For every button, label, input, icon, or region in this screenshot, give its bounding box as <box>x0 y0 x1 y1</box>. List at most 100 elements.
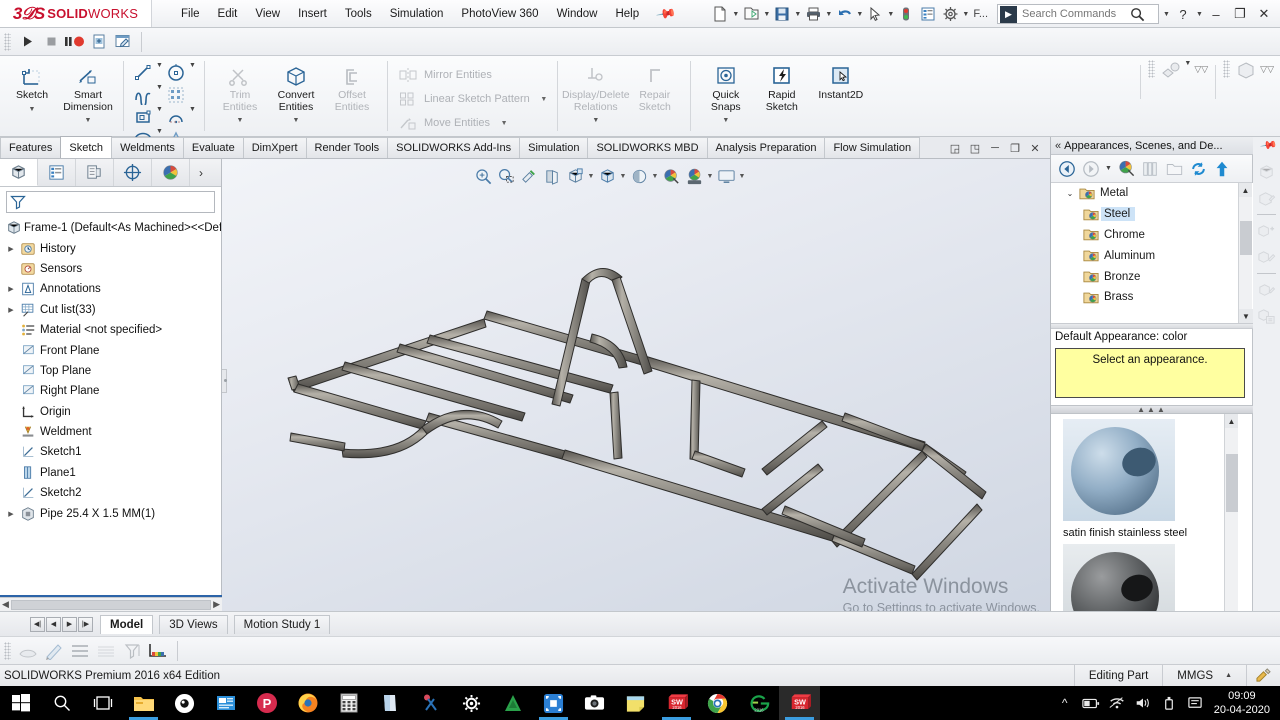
tree-item-origin[interactable]: Origin <box>4 402 221 422</box>
macro-record-icon[interactable] <box>63 31 87 53</box>
collapse-arrow-icon[interactable]: ⌄ <box>1063 189 1077 198</box>
tab-weldments[interactable]: Weldments <box>111 137 184 158</box>
close-button[interactable]: ✕ <box>1252 2 1276 26</box>
appearance-item-bronze[interactable]: Bronze <box>1051 266 1253 287</box>
minimize-icon[interactable]: ─ <box>986 139 1004 157</box>
expand-arrow-icon[interactable]: ▶ <box>4 245 18 253</box>
display-delete-relations-button[interactable]: Display/Delete Relations ▼ <box>562 59 630 127</box>
rectangle-icon[interactable] <box>131 106 155 128</box>
offset-entities-button[interactable]: Offset Entities <box>324 59 380 113</box>
overflow-grip-2[interactable] <box>1223 60 1231 78</box>
menu-photoview360[interactable]: PhotoView 360 <box>452 3 547 25</box>
menu-tools[interactable]: Tools <box>336 3 381 25</box>
move-entities-button[interactable]: Move Entities ▼ <box>395 111 550 135</box>
sketch-dropdown-caret[interactable]: ▼ <box>29 104 36 116</box>
tree-item-right-plane[interactable]: Right Plane <box>4 381 221 401</box>
settings-icon[interactable] <box>451 686 492 720</box>
restore-icon[interactable]: ❐ <box>1006 139 1024 157</box>
tree-item-sensors[interactable]: Sensors <box>4 259 221 279</box>
appearance-overflow-caret[interactable]: ▼ <box>1183 60 1192 67</box>
panel-divider[interactable] <box>1051 323 1253 329</box>
search-commands-box[interactable]: ▶ <box>997 4 1159 24</box>
menu-view[interactable]: View <box>246 3 289 25</box>
appearance-item-steel[interactable]: Steel <box>1051 204 1253 225</box>
appearance-item-chrome[interactable]: Chrome <box>1051 225 1253 246</box>
chevron-double-left-icon[interactable]: « <box>1055 140 1061 152</box>
task-view-icon[interactable] <box>82 686 123 720</box>
sticky-notes-icon[interactable] <box>615 686 656 720</box>
chrome-icon[interactable] <box>697 686 738 720</box>
snipping-tool-icon[interactable] <box>410 686 451 720</box>
nav-history-caret[interactable]: ▼ <box>1104 165 1113 172</box>
last-icon[interactable]: |▶ <box>78 616 93 632</box>
overflow-chevron-2-icon[interactable]: ▽▽ <box>1258 60 1280 75</box>
dimxpert-manager-tab[interactable] <box>114 159 152 186</box>
tab-analysis-preparation[interactable]: Analysis Preparation <box>706 137 826 158</box>
tree-item-pipe[interactable]: ▶ Pipe 25.4 X 1.5 MM(1) <box>4 503 221 523</box>
status-units-caret[interactable]: ▲ <box>1225 672 1232 679</box>
show-hidden-icons-icon[interactable]: ^ <box>1052 686 1078 720</box>
design-library-icon[interactable] <box>1253 159 1280 185</box>
overflow-grip-1[interactable] <box>1148 60 1156 78</box>
new-macro-icon[interactable] <box>87 31 111 53</box>
menu-window[interactable]: Window <box>548 3 607 25</box>
search-input[interactable] <box>1022 8 1130 20</box>
file-explorer-icon[interactable] <box>123 686 164 720</box>
scroll-thumb[interactable] <box>1240 221 1252 255</box>
display-manager-tab[interactable] <box>152 159 190 186</box>
linear-sketch-pattern-button[interactable]: Linear Sketch Pattern ▼ <box>395 87 550 111</box>
mirror-entities-button[interactable]: Mirror Entities <box>395 63 550 87</box>
print-caret[interactable]: ▼ <box>824 11 833 18</box>
appearance-thumbnail-satin-steel[interactable]: satin finish stainless steel <box>1063 419 1239 539</box>
media-player-icon[interactable] <box>164 686 205 720</box>
convert-entities-caret[interactable]: ▼ <box>293 115 300 127</box>
refresh-icon[interactable] <box>1187 158 1209 180</box>
solidworks-forum-icon[interactable] <box>1253 303 1280 329</box>
tab-solidworks-add-ins[interactable]: SOLIDWORKS Add-Ins <box>387 137 521 158</box>
picsart-icon[interactable]: P <box>246 686 287 720</box>
tree-item-top-plane[interactable]: Top Plane <box>4 361 221 381</box>
appearance-overflow-icon[interactable] <box>1159 60 1183 82</box>
linear-sketch-pattern-caret[interactable]: ▼ <box>538 96 550 103</box>
help-caret[interactable]: ▼ <box>1195 11 1204 18</box>
menu-help[interactable]: Help <box>606 3 648 25</box>
next-icon[interactable]: ▶ <box>62 616 77 632</box>
library-icon[interactable] <box>1139 158 1161 180</box>
scroll-right-icon[interactable]: ▶ <box>213 599 220 610</box>
pattern-grid-icon[interactable] <box>164 84 188 106</box>
search-dropdown-icon[interactable]: ▶ <box>1000 5 1017 23</box>
forward-icon[interactable] <box>1080 158 1102 180</box>
bottom-tab-motion-study-1[interactable]: Motion Study 1 <box>233 614 331 634</box>
smart-dimension-dropdown-caret[interactable]: ▼ <box>85 115 92 127</box>
edge-icon[interactable]: 2016 <box>738 686 779 720</box>
tab-simulation[interactable]: Simulation <box>519 137 589 158</box>
options-panels-icon[interactable] <box>917 3 939 25</box>
tree-item-plane1[interactable]: Plane1 <box>4 463 221 483</box>
feature-manager-more-icon[interactable]: › <box>190 159 212 186</box>
close-icon[interactable]: ✕ <box>1026 139 1044 157</box>
first-icon[interactable]: ◀| <box>30 616 45 632</box>
autocad-icon[interactable] <box>492 686 533 720</box>
thumbnails-scrollbar[interactable]: ▲ <box>1224 414 1238 611</box>
firefox-icon[interactable] <box>287 686 328 720</box>
taskbar-clock[interactable]: 09:09 20-04-2020 <box>1208 689 1280 717</box>
appearance-list-scrollbar[interactable]: ▲ ▼ <box>1238 183 1253 323</box>
tree-horizontal-scrollbar[interactable]: ◀ ▶ <box>0 597 222 611</box>
new-document-caret[interactable]: ▼ <box>731 11 740 18</box>
wifi-icon[interactable] <box>1104 686 1130 720</box>
rectangle-caret[interactable]: ▼ <box>155 106 164 128</box>
tab-evaluate[interactable]: Evaluate <box>182 137 244 158</box>
appearances-home-icon[interactable] <box>1115 158 1137 180</box>
arc-icon[interactable] <box>164 106 188 128</box>
solidworks-2016-icon[interactable]: SW 2016 <box>656 686 697 720</box>
status-customize-button[interactable] <box>1246 664 1280 687</box>
open-document-icon[interactable] <box>740 3 762 25</box>
tab-flow-simulation[interactable]: Flow Simulation <box>824 137 921 158</box>
sketch-button[interactable]: Sketch ▼ <box>4 59 60 115</box>
trim-entities-caret[interactable]: ▼ <box>237 115 244 127</box>
tab-features[interactable]: Features <box>0 137 62 158</box>
view-palette-icon[interactable] <box>1253 218 1280 244</box>
save-caret[interactable]: ▼ <box>793 11 802 18</box>
rebuild-icon[interactable] <box>895 3 917 25</box>
graphics-viewport[interactable]: ▼ ▼ ▼ ▼ ▼ Activate Windows Go to Setting… <box>222 159 1050 611</box>
